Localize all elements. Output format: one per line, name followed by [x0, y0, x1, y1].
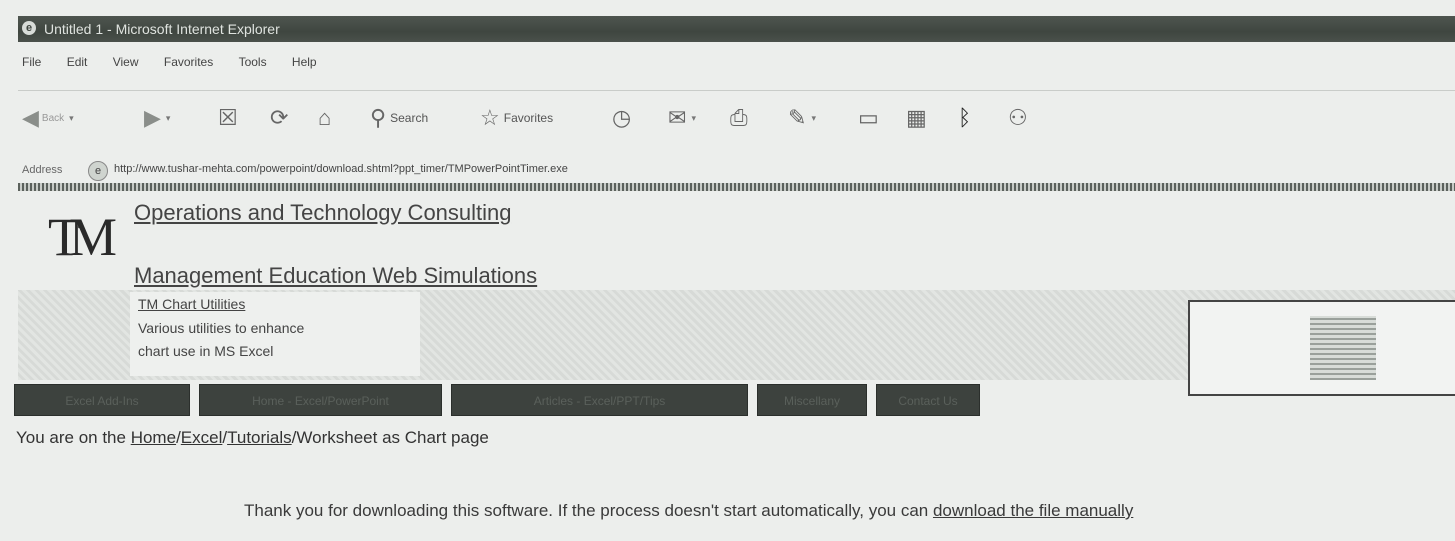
mail-icon: ✉ [668, 105, 687, 130]
messenger-icon: ⚇ [1008, 105, 1028, 130]
window-title: Untitled 1 - Microsoft Internet Explorer [44, 21, 280, 37]
menu-bar: File Edit View Favorites Tools Help [22, 55, 339, 77]
page-icon: e [88, 161, 108, 181]
print-button[interactable]: ⎙ [730, 107, 748, 129]
favorites-label: Favorites [503, 111, 554, 125]
chevron-down-icon: ▾ [69, 112, 74, 123]
manual-download-link[interactable]: download the file manually [933, 501, 1133, 520]
back-arrow-icon: ◀ [22, 105, 39, 130]
breadcrumb-home-link[interactable]: Home [131, 428, 176, 447]
discuss-icon: ▭ [858, 105, 879, 130]
star-icon: ☆ [480, 105, 500, 130]
forward-arrow-icon: ▶ [144, 105, 161, 130]
chevron-down-icon: ▾ [811, 112, 816, 123]
download-message: Thank you for downloading this software.… [244, 501, 1133, 521]
menu-tools[interactable]: Tools [239, 55, 267, 69]
ad-line-2: chart use in MS Excel [138, 343, 274, 359]
site-logo[interactable]: TM [48, 200, 124, 274]
address-label: Address [22, 164, 63, 176]
nav-contact[interactable]: Contact Us [876, 384, 980, 416]
research-button[interactable]: ▦ [906, 107, 927, 129]
stop-icon: ☒ [218, 105, 238, 130]
menu-help[interactable]: Help [292, 55, 317, 69]
favorites-button[interactable]: ☆ Favorites [480, 107, 553, 129]
back-label: Back [41, 112, 65, 124]
stop-button[interactable]: ☒ [218, 107, 238, 129]
breadcrumb-tutorials-link[interactable]: Tutorials [227, 428, 292, 447]
nav-articles[interactable]: Articles - Excel/PPT/Tips [451, 384, 748, 416]
history-icon: ◷ [612, 105, 632, 130]
toolbar-divider [18, 183, 1455, 191]
bluetooth-button[interactable]: ᛒ [958, 107, 971, 129]
discuss-button[interactable]: ▭ [858, 107, 879, 129]
address-input[interactable]: http://www.tushar-mehta.com/powerpoint/d… [114, 163, 568, 175]
breadcrumb-current: Worksheet as Chart page [296, 428, 489, 447]
edit-icon: ✎ [788, 105, 807, 130]
nav-home[interactable]: Home - Excel/PowerPoint [199, 384, 442, 416]
breadcrumb-excel-link[interactable]: Excel [181, 428, 223, 447]
refresh-button[interactable]: ⟳ [270, 107, 288, 129]
breadcrumb-prefix: You are on the [16, 428, 131, 447]
home-button[interactable]: ⌂ [318, 107, 331, 129]
nav-miscellany[interactable]: Miscellany [757, 384, 867, 416]
forward-button[interactable]: ▶ ▾ [144, 107, 170, 129]
search-button[interactable]: ⚲ Search [370, 107, 428, 129]
menu-view[interactable]: View [113, 55, 139, 69]
mail-button[interactable]: ✉ ▾ [668, 107, 696, 129]
research-icon: ▦ [906, 105, 927, 130]
ad-thumbnail [1310, 316, 1376, 380]
browser-toolbar: ◀ Back ▾ ▶ ▾ ☒ ⟳ ⌂ ⚲ Search ☆ Favorites … [18, 90, 1455, 155]
home-icon: ⌂ [318, 105, 332, 130]
back-button[interactable]: ◀ Back ▾ [22, 107, 74, 129]
menu-edit[interactable]: Edit [67, 55, 88, 69]
menu-favorites[interactable]: Favorites [164, 55, 213, 69]
bluetooth-icon: ᛒ [958, 105, 972, 130]
search-icon: ⚲ [370, 105, 387, 130]
chart-utilities-ad[interactable]: TM Chart Utilities Various utilities to … [130, 292, 420, 376]
chevron-down-icon: ▾ [691, 112, 696, 123]
chevron-down-icon: ▾ [165, 112, 171, 123]
consulting-link[interactable]: Operations and Technology Consulting [134, 200, 512, 226]
messenger-button[interactable]: ⚇ [1008, 107, 1028, 129]
history-button[interactable]: ◷ [612, 107, 631, 129]
ad-title[interactable]: TM Chart Utilities [138, 296, 245, 312]
breadcrumb: You are on the Home/Excel/Tutorials/Work… [16, 428, 489, 447]
edit-button[interactable]: ✎ ▾ [788, 107, 816, 129]
refresh-icon: ⟳ [270, 105, 289, 130]
window-titlebar: e Untitled 1 - Microsoft Internet Explor… [18, 16, 1455, 42]
address-bar: Address e http://www.tushar-mehta.com/po… [18, 157, 1455, 183]
ad-line-1: Various utilities to enhance [138, 320, 305, 336]
menu-file[interactable]: File [22, 55, 41, 69]
download-message-text: Thank you for downloading this software.… [244, 501, 933, 520]
simulations-link[interactable]: Management Education Web Simulations [134, 263, 537, 289]
search-label: Search [390, 111, 429, 125]
nav-excel-addins[interactable]: Excel Add-Ins [14, 384, 190, 416]
print-icon: ⎙ [730, 105, 748, 130]
side-ad[interactable] [1188, 300, 1455, 396]
internet-explorer-icon: e [22, 21, 36, 35]
